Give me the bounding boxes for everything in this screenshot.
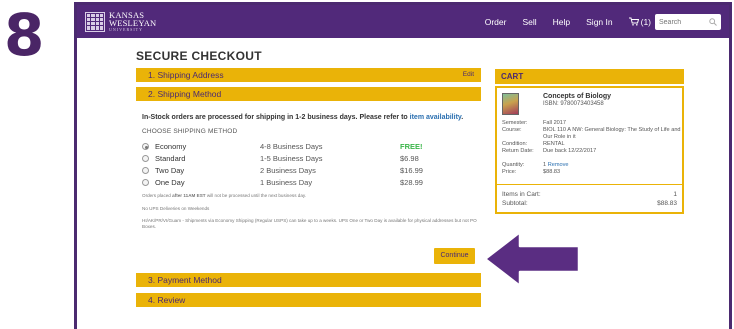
subtotal-label: Subtotal: bbox=[502, 200, 528, 207]
search-icon[interactable] bbox=[709, 18, 717, 26]
search-input[interactable] bbox=[659, 18, 703, 26]
nav-order[interactable]: Order bbox=[485, 17, 507, 27]
logo-grid-icon bbox=[85, 11, 105, 32]
label-price: Price: bbox=[502, 169, 517, 175]
option-name: One Day bbox=[155, 178, 185, 187]
processing-note-text: In-Stock orders are processed for shippi… bbox=[142, 114, 410, 121]
cart-panel: Concepts of Biology ISBN: 9780073403458 … bbox=[495, 86, 684, 214]
option-price: $16.99 bbox=[400, 166, 423, 175]
logo-line-2: WESLEYAN bbox=[109, 18, 157, 28]
value-semester: Fall 2017 bbox=[543, 120, 567, 126]
radio-two-day[interactable] bbox=[142, 167, 149, 174]
continue-button[interactable]: Continue bbox=[434, 248, 475, 264]
processing-note: In-Stock orders are processed for shippi… bbox=[142, 114, 463, 121]
value-quantity: 1 bbox=[543, 162, 547, 168]
cutoff-note-bold: after 11AM EST bbox=[172, 193, 206, 198]
top-navbar: KANSAS WESLEYAN UNIVERSITY Order Sell He… bbox=[77, 5, 729, 38]
cutoff-note-pre: Orders placed bbox=[142, 193, 173, 198]
pointer-arrow-icon bbox=[483, 230, 581, 288]
cart-item-title: Concepts of Biology bbox=[543, 93, 612, 100]
option-name: Two Day bbox=[155, 166, 185, 175]
value-quantity-row: 1 Remove bbox=[543, 162, 681, 169]
browser-frame: KANSAS WESLEYAN UNIVERSITY Order Sell He… bbox=[74, 2, 732, 329]
option-name: Standard bbox=[155, 154, 186, 163]
remove-link[interactable]: Remove bbox=[548, 162, 569, 168]
option-days: 2 Business Days bbox=[260, 166, 316, 175]
subtotal-value: $88.83 bbox=[657, 200, 677, 207]
label-condition: Condition: bbox=[502, 141, 528, 147]
step-number: 8 bbox=[4, 1, 45, 69]
section-review-label: 4. Review bbox=[148, 295, 186, 305]
book-cover-image bbox=[502, 93, 519, 115]
cart-count: (1) bbox=[640, 16, 651, 27]
section-payment-method-label: 3. Payment Method bbox=[148, 275, 222, 285]
university-logo[interactable]: KANSAS WESLEYAN UNIVERSITY bbox=[85, 11, 156, 32]
section-shipping-method[interactable]: 2. Shipping Method bbox=[136, 87, 481, 101]
cutoff-note-post: will not be processed until the next bus… bbox=[205, 193, 307, 198]
edit-address-link[interactable]: Edit bbox=[463, 68, 474, 82]
items-in-cart-label: Items in Cart: bbox=[502, 191, 541, 198]
section-shipping-method-label: 2. Shipping Method bbox=[148, 89, 222, 99]
weekend-note: No UPS Deliveries on Weekends bbox=[142, 206, 210, 211]
item-availability-link[interactable]: item availability bbox=[410, 114, 462, 121]
radio-economy[interactable] bbox=[142, 143, 149, 150]
label-return-date: Return Date: bbox=[502, 148, 534, 154]
items-in-cart-count: 1 bbox=[673, 191, 677, 198]
label-semester: Semester: bbox=[502, 120, 528, 126]
value-condition: RENTAL bbox=[543, 141, 565, 147]
option-days: 1-5 Business Days bbox=[260, 154, 323, 163]
shipping-option-one-day[interactable]: One Day bbox=[142, 178, 185, 187]
search-box bbox=[655, 14, 721, 30]
nav-sell[interactable]: Sell bbox=[522, 17, 536, 27]
cart-divider bbox=[497, 184, 682, 185]
shipping-option-standard[interactable]: Standard bbox=[142, 154, 185, 163]
section-payment-method[interactable]: 3. Payment Method bbox=[136, 273, 481, 287]
page-title: SECURE CHECKOUT bbox=[136, 49, 262, 63]
value-return-date: Due back 12/22/2017 bbox=[543, 148, 597, 154]
processing-note-end: . bbox=[461, 114, 464, 121]
option-price: $6.98 bbox=[400, 154, 419, 163]
radio-standard[interactable] bbox=[142, 155, 149, 162]
section-shipping-address[interactable]: 1. Shipping Address Edit bbox=[136, 68, 481, 82]
option-price: FREE! bbox=[400, 142, 423, 151]
section-shipping-address-label: 1. Shipping Address bbox=[148, 70, 224, 80]
nav-help[interactable]: Help bbox=[553, 17, 570, 27]
cart-heading: CART bbox=[495, 69, 684, 84]
nav-cart[interactable]: (1) bbox=[628, 16, 651, 27]
cutoff-note: Orders placed after 11AM EST will not be… bbox=[142, 193, 482, 199]
cart-item-isbn: ISBN: 9780073403458 bbox=[543, 101, 604, 107]
section-review[interactable]: 4. Review bbox=[136, 293, 481, 307]
option-days: 1 Business Day bbox=[260, 178, 313, 187]
option-days: 4-8 Business Days bbox=[260, 142, 323, 151]
nav-sign-in[interactable]: Sign In bbox=[586, 17, 612, 27]
value-price: $88.83 bbox=[543, 169, 561, 175]
value-course: BIOL 110 A NW: General Biology: The Stud… bbox=[543, 127, 681, 140]
shipping-option-economy[interactable]: Economy bbox=[142, 142, 186, 151]
logo-text: KANSAS WESLEYAN UNIVERSITY bbox=[109, 11, 156, 32]
nav-links: Order Sell Help Sign In (1) bbox=[485, 5, 651, 38]
label-quantity: Quantity: bbox=[502, 162, 525, 168]
label-course: Course: bbox=[502, 127, 522, 133]
remote-shipping-note: HI/AK/PR/VI/Guam - Shipments via Economy… bbox=[142, 218, 477, 229]
shipping-option-two-day[interactable]: Two Day bbox=[142, 166, 184, 175]
cart-icon bbox=[628, 17, 639, 26]
radio-one-day[interactable] bbox=[142, 179, 149, 186]
option-name: Economy bbox=[155, 142, 187, 151]
choose-shipping-label: CHOOSE SHIPPING METHOD bbox=[142, 128, 238, 135]
option-price: $28.99 bbox=[400, 178, 423, 187]
